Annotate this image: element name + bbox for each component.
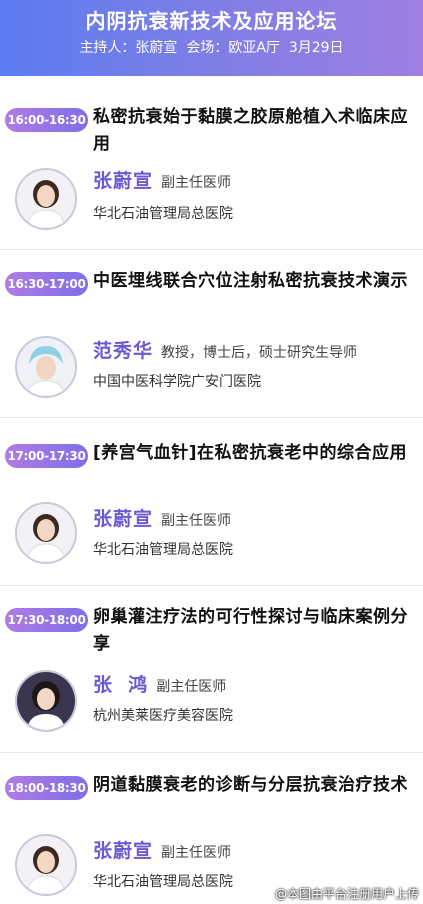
speaker-avatar	[15, 834, 77, 896]
speaker-name: 张蔚宣	[93, 508, 154, 530]
speaker-line: 张蔚宣 副主任医师	[93, 506, 231, 534]
speaker-avatar	[15, 670, 77, 732]
divider	[0, 585, 423, 586]
speaker-line: 张蔚宣 副主任医师	[93, 168, 231, 196]
talk-title: 卵巢灌注疗法的可行性探讨与临床案例分享	[93, 607, 408, 654]
speaker-name: 张蔚宣	[93, 170, 154, 192]
speaker-hospital: 杭州美莱医疗美容医院	[93, 708, 233, 724]
speaker-line: 张蔚宣 副主任医师	[93, 838, 231, 866]
speaker-name: 张蔚宣	[93, 840, 154, 862]
speaker-avatar	[15, 168, 77, 230]
watermark: @本图由平台注册用户上传	[274, 887, 419, 901]
divider	[0, 417, 423, 418]
speaker-avatar	[15, 336, 77, 398]
divider	[0, 249, 423, 250]
forum-subtitle: 主持人：张蔚宣 会场：欧亚A厅 3月29日	[79, 40, 344, 56]
talk-title: 中医埋线联合穴位注射私密抗衰技术演示	[93, 271, 408, 291]
speaker-name: 范秀华	[93, 340, 154, 362]
time-badge: 16:30-17:00	[5, 272, 88, 296]
time-badge: 17:00-17:30	[5, 444, 88, 468]
speaker-role: 教授，博士后，硕士研究生导师	[161, 345, 358, 361]
speaker-role: 副主任医师	[161, 175, 232, 191]
speaker-hospital: 中国中医科学院广安门医院	[93, 374, 261, 390]
time-badge: 17:30-18:00	[5, 608, 88, 632]
forum-header: 内阴抗衰新技术及应用论坛 主持人：张蔚宣 会场：欧亚A厅 3月29日	[0, 0, 423, 76]
speaker-role: 副主任医师	[156, 679, 227, 695]
talk-title: 阴道黏膜衰老的诊断与分层抗衰治疗技术	[93, 775, 408, 795]
speaker-role: 副主任医师	[161, 845, 232, 861]
time-badge: 16:00-16:30	[5, 108, 88, 132]
speaker-hospital: 华北石油管理局总医院	[93, 206, 233, 222]
speaker-line: 张 鸿副主任医师	[93, 672, 226, 700]
speaker-hospital: 华北石油管理局总医院	[93, 542, 233, 558]
speaker-role: 副主任医师	[161, 513, 232, 529]
speaker-avatar	[15, 502, 77, 564]
speaker-name: 张 鸿	[93, 674, 149, 696]
talk-title: 私密抗衰始于黏膜之胶原舱植入术临床应用	[93, 107, 408, 154]
speaker-hospital: 华北石油管理局总医院	[93, 874, 233, 890]
divider	[0, 752, 423, 753]
speaker-line: 范秀华 教授，博士后，硕士研究生导师	[93, 338, 357, 366]
time-badge: 18:00-18:30	[5, 776, 88, 800]
talk-title: [养宫气血针]在私密抗衰老中的综合应用	[93, 443, 408, 463]
forum-title: 内阴抗衰新技术及应用论坛	[85, 9, 338, 33]
